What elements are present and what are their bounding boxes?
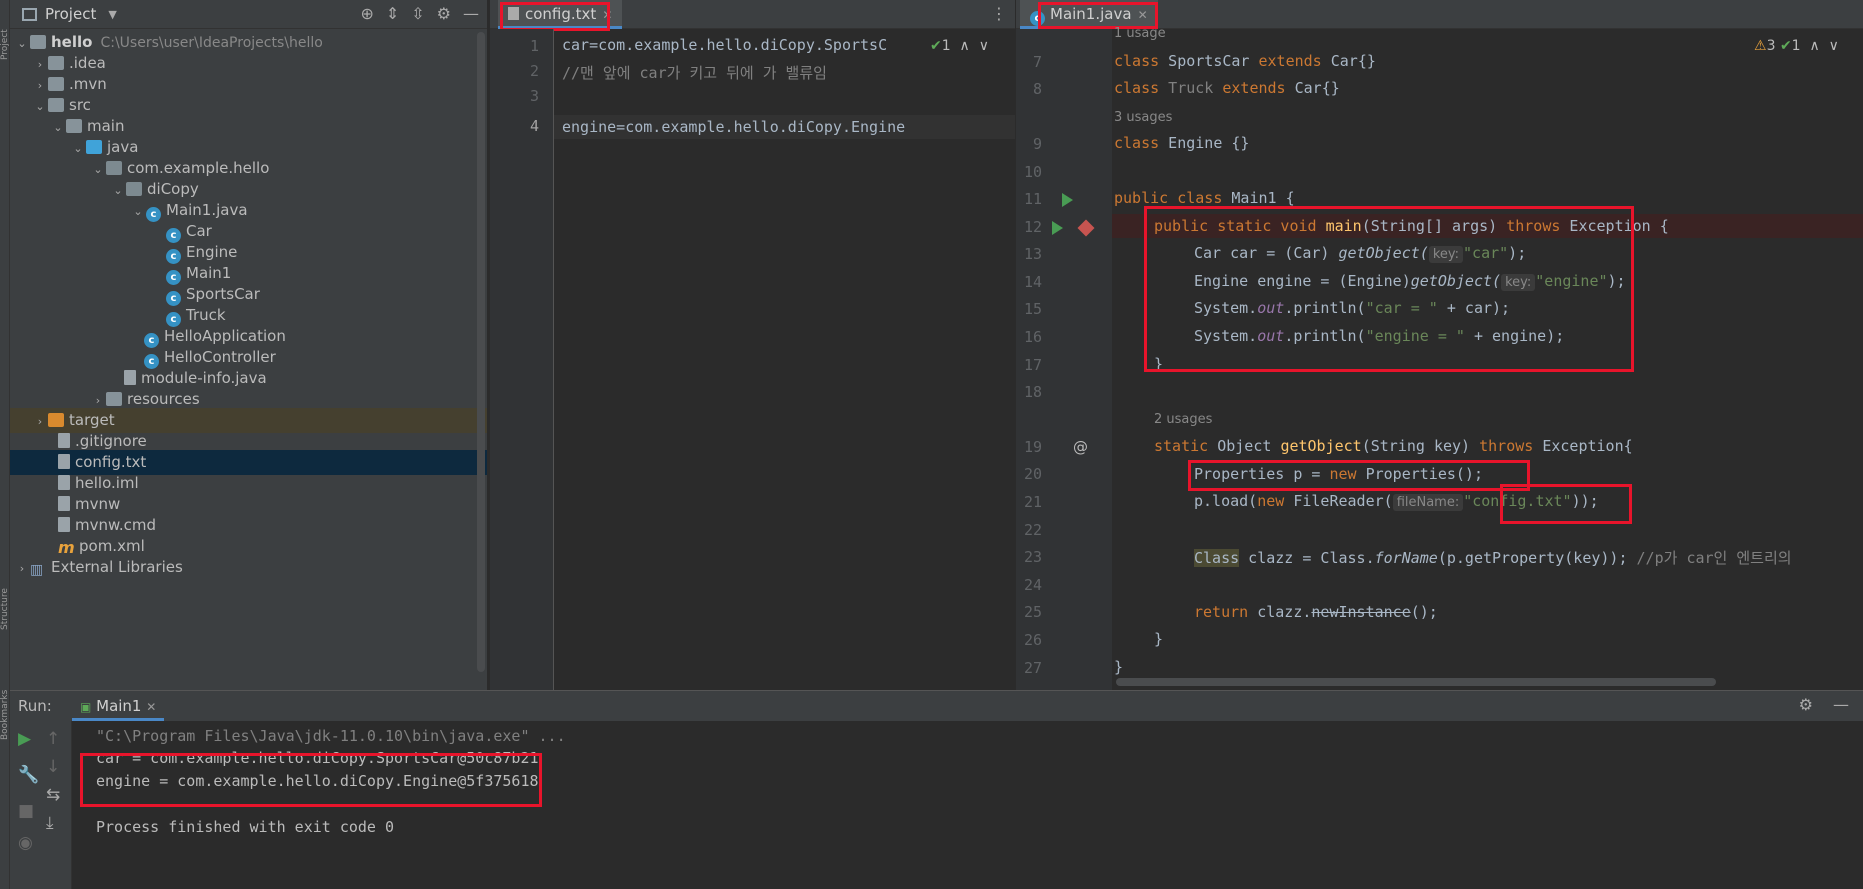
code-line-19[interactable]: static Object getObject(String key) thro… (1154, 437, 1633, 455)
more-icon[interactable]: ⋮ (991, 4, 1007, 23)
file-icon (58, 517, 70, 532)
project-panel-header: Project ▼ ⊕ ⇕ ⇳ ⚙ — (10, 0, 487, 29)
code-line-4[interactable]: engine=com.example.hello.diCopy.Engine (562, 118, 905, 136)
config-gutter: 1 2 3 4 (490, 29, 554, 690)
folder-icon (48, 56, 64, 70)
code-line-26[interactable]: } (1154, 630, 1163, 648)
project-title[interactable]: Project (45, 5, 96, 23)
folder-icon (48, 77, 64, 91)
minimize-icon[interactable]: — (463, 4, 479, 23)
highlight-box (1038, 2, 1158, 29)
source-folder-icon (86, 140, 102, 154)
code-line-25[interactable]: return clazz.newInstance(); (1194, 603, 1438, 621)
module-file-icon (58, 475, 70, 490)
code-line-27[interactable]: } (1114, 658, 1123, 676)
run-panel: Run: ▣ Main1 ✕ ⚙ — ▶ 🔧 ■ ◉ ↑ ↓ ⇆ ⤓ "C:\P… (10, 690, 1863, 889)
close-icon[interactable]: ✕ (146, 700, 156, 714)
config-editor: config.txt ✕ ⋮ 1 2 3 4 car=com.example.he… (490, 0, 1015, 690)
project-view-icon (22, 7, 37, 21)
excluded-folder-icon (48, 413, 64, 427)
project-tool-tab[interactable]: Project (0, 0, 10, 60)
inspection-widget[interactable]: ⚠3 ✔1 ∧ ∨ (1754, 38, 1839, 54)
collapse-all-icon[interactable]: ⇳ (411, 4, 424, 23)
package-icon (106, 161, 122, 175)
camera-icon[interactable]: ◉ (18, 833, 33, 853)
run-exit-line: Process finished with exit code 0 (96, 818, 395, 836)
project-scrollbar[interactable] (477, 32, 485, 672)
wrench-icon[interactable]: 🔧 (18, 765, 39, 785)
left-tool-strip: Project Structure Bookmarks (0, 0, 10, 889)
code-line-7[interactable]: class SportsCar extends Car{} (1114, 52, 1376, 70)
run-command-line: "C:\Program Files\Java\jdk-11.0.10\bin\j… (96, 727, 566, 745)
code-line-11[interactable]: public class Main1 { (1114, 189, 1295, 207)
bookmarks-tool-tab[interactable]: Bookmarks (0, 680, 10, 740)
code-line-23[interactable]: Class clazz = Class.forName(p.getPropert… (1194, 547, 1792, 568)
folder-icon (66, 119, 82, 133)
library-icon: ▥ (30, 562, 44, 578)
horizontal-scrollbar[interactable] (1116, 678, 1716, 686)
highlight-box (500, 2, 610, 31)
folder-icon (30, 35, 46, 49)
project-panel: Project ▼ ⊕ ⇕ ⇳ ⚙ — ⌄ hello C:\Users\user\… (10, 0, 488, 690)
soft-wrap-icon[interactable]: ⇆ (46, 785, 60, 805)
resources-folder-icon (106, 392, 122, 406)
script-file-icon (58, 496, 70, 511)
code-line-2[interactable]: //맨 앞에 car가 키고 뒤에 가 밸류임 (562, 62, 827, 83)
tab-run-main1[interactable]: ▣ Main1 ✕ (72, 697, 165, 721)
highlight-box (1500, 484, 1632, 524)
main-editor: c Main1.java ✕ 7 8 9 10 11 12 13 14 15 16 … (1016, 0, 1863, 690)
java-file-icon (124, 370, 136, 385)
run-class-icon[interactable] (1062, 193, 1073, 207)
folder-icon (48, 98, 64, 112)
minimize-icon[interactable]: — (1833, 695, 1849, 714)
gear-icon[interactable]: ⚙ (437, 4, 451, 23)
run-main-icon[interactable] (1052, 221, 1063, 235)
highlight-box (1144, 206, 1634, 372)
chevron-down-icon[interactable]: ▼ (108, 8, 116, 21)
structure-tool-tab[interactable]: Structure (0, 580, 10, 630)
locate-icon[interactable]: ⊕ (360, 4, 373, 23)
scroll-to-end-icon[interactable]: ⤓ (46, 813, 54, 833)
highlight-box (1188, 460, 1530, 491)
stop-icon[interactable]: ■ (18, 801, 34, 821)
arrow-up-icon[interactable]: ↑ (46, 729, 60, 749)
code-line-8[interactable]: class Truck extends Car{} (1114, 79, 1340, 97)
package-icon (126, 182, 142, 196)
inspection-widget[interactable]: ✔1 ∧ ∨ (930, 38, 989, 54)
gear-icon[interactable]: ⚙ (1799, 695, 1813, 714)
code-line-9[interactable]: class Engine {} (1114, 134, 1249, 152)
chevron-right-icon[interactable]: › (14, 556, 30, 581)
code-line-1[interactable]: car=com.example.hello.diCopy.SportsC (562, 36, 887, 54)
run-panel-header: Run: ▣ Main1 ✕ ⚙ — (10, 691, 1863, 721)
run-toolbar: ▶ 🔧 ■ ◉ ↑ ↓ ⇆ ⤓ (10, 721, 72, 889)
expand-all-icon[interactable]: ⇕ (386, 4, 399, 23)
highlight-box (80, 753, 542, 807)
arrow-down-icon[interactable]: ↓ (46, 757, 60, 777)
rerun-icon[interactable]: ▶ (18, 729, 31, 749)
tree-item-external-libraries[interactable]: › ▥ External Libraries (10, 555, 487, 580)
main-gutter: 7 8 9 10 11 12 13 14 15 16 17 18 19 20 2… (1016, 29, 1112, 690)
file-icon (58, 433, 70, 448)
text-file-icon (58, 454, 70, 469)
override-marker-icon[interactable]: @ (1073, 438, 1088, 456)
